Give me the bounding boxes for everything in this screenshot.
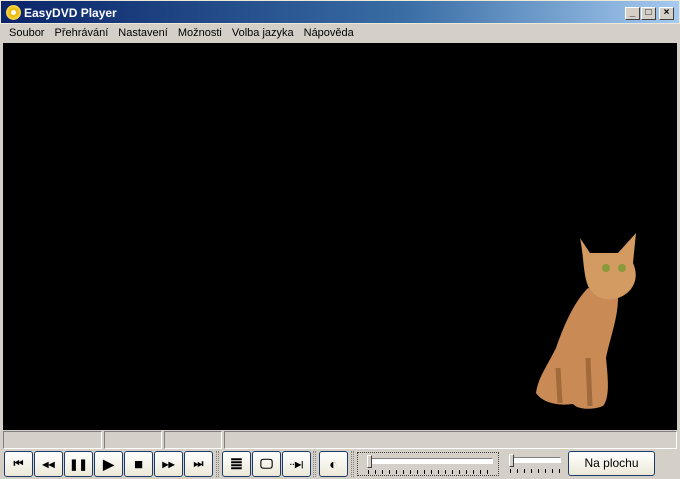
menu-napoveda[interactable]: Nápověda xyxy=(299,24,359,43)
video-area[interactable] xyxy=(3,43,677,430)
status-panel xyxy=(3,431,102,449)
playlist-button[interactable]: ≣ xyxy=(222,451,251,477)
volume-slider[interactable] xyxy=(506,452,564,476)
cat-mascot-image xyxy=(536,233,636,409)
pause-button[interactable]: ❚❚ xyxy=(64,451,93,477)
display-button[interactable]: 🖵 xyxy=(252,451,281,477)
menu-soubor[interactable]: Soubor xyxy=(4,24,49,43)
skip-forward-icon: ⏭ xyxy=(193,457,204,470)
monitor-icon: 🖵 xyxy=(260,456,273,471)
rewind-button[interactable]: ◀◀ xyxy=(34,451,63,477)
close-button[interactable]: × xyxy=(659,7,674,20)
title-bar: EasyDVD Player _ □ × xyxy=(0,0,680,24)
stop-icon: ■ xyxy=(133,455,144,473)
menu-prehravani[interactable]: Přehrávání xyxy=(49,24,113,43)
skip-back-icon: ⏮ xyxy=(13,457,24,470)
brightness-contrast-icon: ◐ xyxy=(329,456,338,472)
minimize-button[interactable]: _ xyxy=(625,7,640,20)
status-bar xyxy=(3,431,677,449)
step-frame-button[interactable]: ··▶| xyxy=(282,451,311,477)
rewind-icon: ◀◀ xyxy=(42,459,55,469)
previous-chapter-button[interactable]: ⏮ xyxy=(4,451,33,477)
play-icon: ▶ xyxy=(103,455,114,472)
toolbar-separator xyxy=(313,451,316,477)
status-panel xyxy=(104,431,162,449)
position-slider-thumb[interactable] xyxy=(367,455,372,468)
pause-icon: ❚❚ xyxy=(69,458,88,471)
status-panel xyxy=(164,431,222,449)
play-button[interactable]: ▶ xyxy=(94,451,123,477)
volume-slider-thumb[interactable] xyxy=(509,454,514,467)
stop-button[interactable]: ■ xyxy=(124,451,153,477)
status-panel xyxy=(224,431,677,449)
brightness-button[interactable]: ◐ xyxy=(319,451,348,477)
menu-nastaveni[interactable]: Nastavení xyxy=(113,24,173,43)
position-slider[interactable] xyxy=(357,452,499,476)
toolbar-separator xyxy=(351,451,354,477)
step-forward-icon: ··▶| xyxy=(289,459,304,469)
fast-forward-icon: ▶▶ xyxy=(162,459,175,469)
desktop-mode-button[interactable]: Na plochu xyxy=(568,451,655,476)
fast-forward-button[interactable]: ▶▶ xyxy=(154,451,183,477)
position-slider-ticks xyxy=(368,470,492,474)
volume-slider-track xyxy=(509,457,561,463)
menu-moznosti[interactable]: Možnosti xyxy=(173,24,227,43)
maximize-button[interactable]: □ xyxy=(641,7,656,20)
list-icon: ≣ xyxy=(229,456,244,473)
window-title: EasyDVD Player xyxy=(24,6,117,20)
app-logo-icon xyxy=(6,5,21,20)
toolbar-separator xyxy=(216,451,219,477)
next-chapter-button[interactable]: ⏭ xyxy=(184,451,213,477)
menu-volba-jazyka[interactable]: Volba jazyka xyxy=(227,24,299,43)
menu-bar: Soubor Přehrávání Nastavení Možnosti Vol… xyxy=(0,24,680,43)
volume-slider-ticks xyxy=(510,469,560,473)
position-slider-track xyxy=(367,458,493,464)
